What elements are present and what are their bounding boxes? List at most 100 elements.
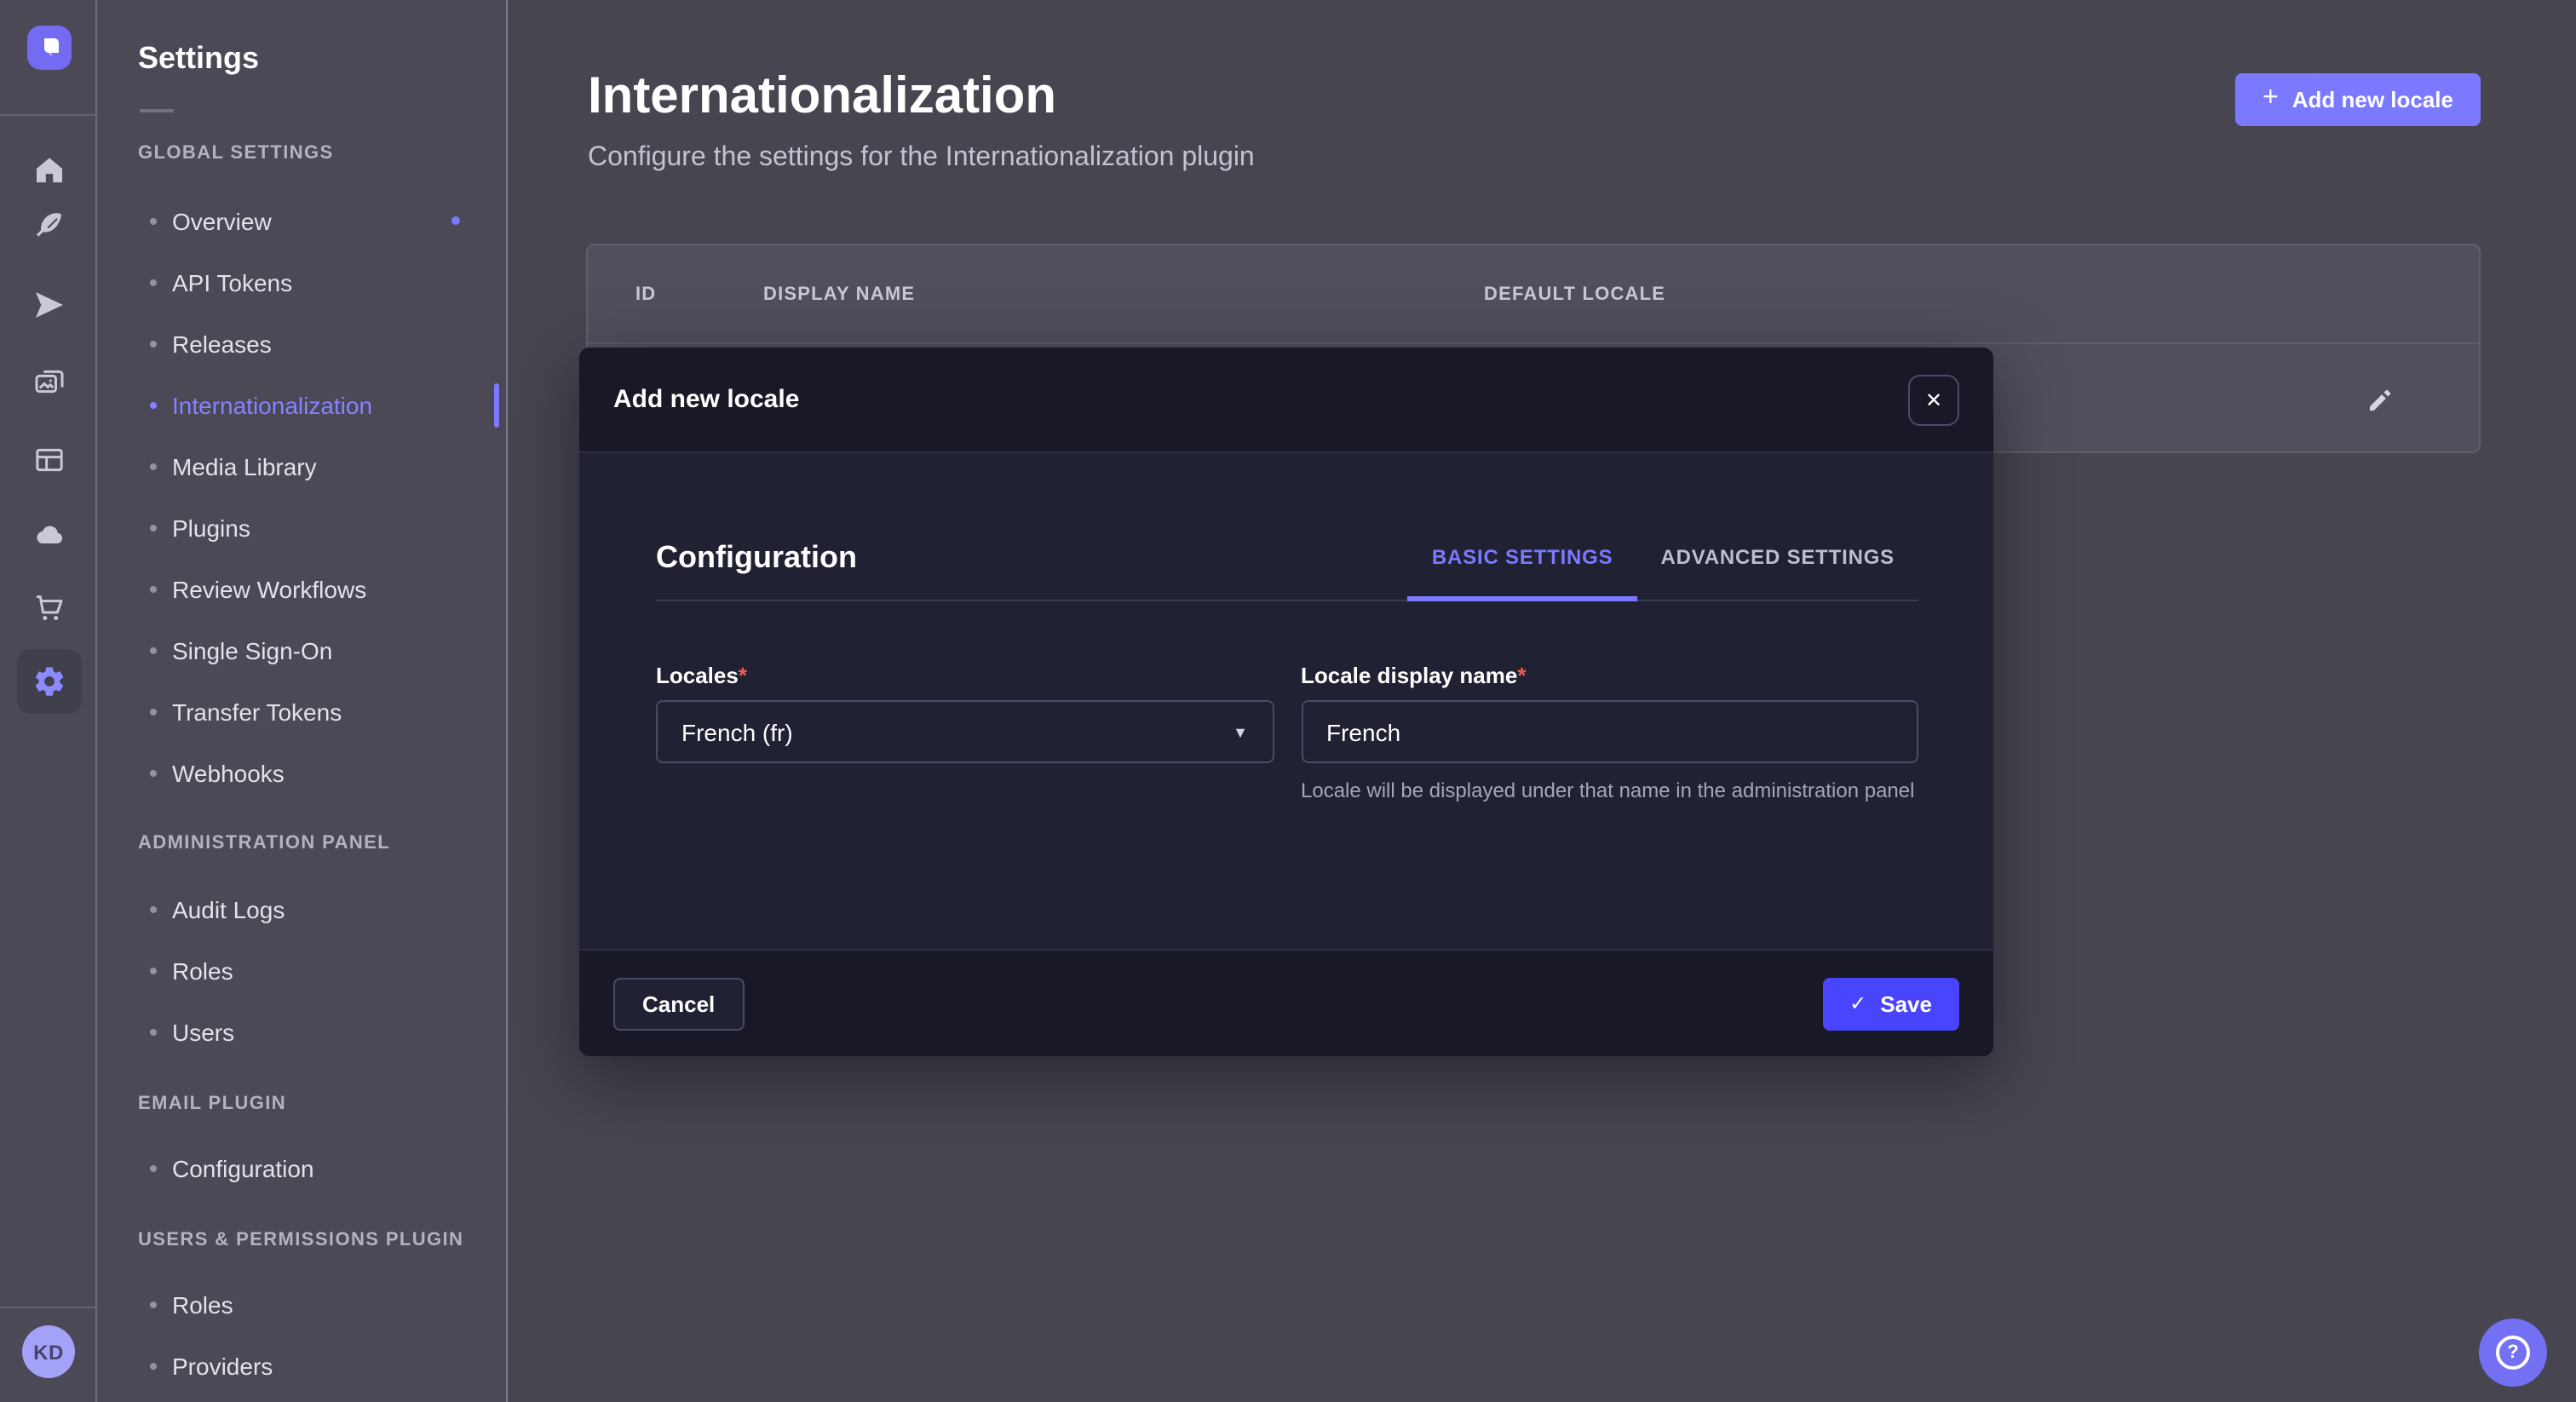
sidebar-item-label: Review Workflows bbox=[172, 576, 366, 603]
locales-field: Locales* French (fr) ▼ bbox=[656, 663, 1274, 806]
edit-locale-pencil-icon[interactable] bbox=[2365, 385, 2395, 416]
section-administration-panel: ADMINISTRATION PANEL bbox=[138, 831, 506, 855]
bullet-icon bbox=[150, 1363, 157, 1370]
sidebar-item-label: Transfer Tokens bbox=[172, 698, 342, 726]
configuration-title: Configuration bbox=[656, 538, 857, 576]
bullet-icon bbox=[150, 968, 157, 974]
settings-sidebar: Settings GLOBAL SETTINGS Overview API To… bbox=[97, 0, 508, 1402]
bullet-icon bbox=[150, 1301, 157, 1308]
settings-gear-icon[interactable] bbox=[0, 649, 97, 714]
sidebar-item-overview[interactable]: Overview bbox=[97, 191, 506, 252]
cloud-icon[interactable] bbox=[0, 509, 97, 560]
strapi-logo[interactable] bbox=[27, 26, 72, 70]
active-indicator-bar bbox=[494, 383, 499, 428]
column-display-name: DISPLAY NAME bbox=[763, 284, 1484, 304]
sidebar-title-rule bbox=[140, 109, 174, 112]
modal-header: Add new locale ✕ bbox=[579, 348, 1993, 453]
bullet-icon bbox=[150, 770, 157, 777]
content-feather-icon[interactable] bbox=[0, 201, 97, 252]
sidebar-item-webhooks[interactable]: Webhooks bbox=[97, 743, 506, 804]
help-button[interactable]: ? bbox=[2479, 1319, 2547, 1387]
close-glyph: ✕ bbox=[1925, 389, 1942, 410]
sidebar-item-up-roles[interactable]: Roles bbox=[97, 1274, 506, 1336]
tab-advanced-settings[interactable]: ADVANCED SETTINGS bbox=[1636, 538, 1918, 576]
sidebar-item-email-configuration[interactable]: Configuration bbox=[97, 1138, 506, 1199]
save-label: Save bbox=[1880, 991, 1932, 1016]
display-name-input[interactable] bbox=[1301, 700, 1918, 763]
sidebar-item-plugins[interactable]: Plugins bbox=[97, 497, 506, 559]
modal-footer: Cancel ✓ Save bbox=[579, 949, 1993, 1056]
display-name-label: Locale display name* bbox=[1301, 663, 1918, 690]
sidebar-title: Settings bbox=[138, 37, 506, 78]
bullet-icon bbox=[150, 1165, 157, 1172]
sidebar-item-internationalization[interactable]: Internationalization bbox=[97, 375, 506, 436]
plus-icon: + bbox=[2263, 85, 2279, 112]
bullet-icon bbox=[150, 402, 157, 409]
sidebar-item-label: Single Sign-On bbox=[172, 637, 332, 664]
configuration-header-row: Configuration BASIC SETTINGS ADVANCED SE… bbox=[656, 453, 1918, 601]
sidebar-item-single-sign-on[interactable]: Single Sign-On bbox=[97, 620, 506, 681]
modal-fields: Locales* French (fr) ▼ Locale display na… bbox=[656, 663, 1918, 806]
page-subtitle: Configure the settings for the Internati… bbox=[588, 140, 1255, 177]
sidebar-item-transfer-tokens[interactable]: Transfer Tokens bbox=[97, 681, 506, 743]
check-icon: ✓ bbox=[1849, 991, 1866, 1015]
locales-label: Locales* bbox=[656, 663, 1274, 690]
add-new-locale-button[interactable]: + Add new locale bbox=[2235, 73, 2481, 126]
display-name-hint: Locale will be displayed under that name… bbox=[1301, 777, 1918, 806]
sidebar-item-releases[interactable]: Releases bbox=[97, 313, 506, 375]
sidebar-item-up-providers[interactable]: Providers bbox=[97, 1336, 506, 1397]
marketplace-cart-icon[interactable] bbox=[0, 583, 97, 634]
send-plane-icon[interactable] bbox=[0, 279, 97, 330]
bullet-icon bbox=[150, 279, 157, 286]
sidebar-item-label: Configuration bbox=[172, 1155, 314, 1182]
required-asterisk: * bbox=[739, 663, 747, 688]
sidebar-item-label: Internationalization bbox=[172, 392, 372, 419]
rail-divider-top bbox=[0, 114, 97, 116]
sidebar-item-label: Plugins bbox=[172, 514, 250, 542]
add-locale-modal: Add new locale ✕ Configuration BASIC SET… bbox=[579, 348, 1993, 1056]
bullet-icon bbox=[150, 1029, 157, 1036]
sidebar-item-label: Users bbox=[172, 1019, 234, 1046]
bullet-icon bbox=[150, 906, 157, 913]
sidebar-item-label: API Tokens bbox=[172, 269, 292, 296]
sidebar-item-label: Releases bbox=[172, 330, 272, 358]
page-title: Internationalization bbox=[588, 65, 1056, 129]
section-email-plugin: EMAIL PLUGIN bbox=[138, 1092, 506, 1116]
bullet-icon bbox=[150, 647, 157, 654]
modal-title: Add new locale bbox=[613, 385, 799, 414]
strapi-logo-icon bbox=[37, 36, 61, 60]
home-icon[interactable] bbox=[0, 145, 97, 196]
layout-icon[interactable] bbox=[0, 434, 97, 486]
question-mark-icon: ? bbox=[2496, 1336, 2530, 1370]
sidebar-item-admin-roles[interactable]: Roles bbox=[97, 940, 506, 1002]
tab-basic-settings[interactable]: BASIC SETTINGS bbox=[1408, 538, 1637, 576]
sidebar-item-review-workflows[interactable]: Review Workflows bbox=[97, 559, 506, 620]
cancel-button[interactable]: Cancel bbox=[613, 977, 744, 1030]
sidebar-item-admin-users[interactable]: Users bbox=[97, 1002, 506, 1063]
required-asterisk: * bbox=[1517, 663, 1526, 688]
add-new-locale-label: Add new locale bbox=[2292, 87, 2453, 112]
bullet-icon bbox=[150, 709, 157, 715]
app-root: KD Settings GLOBAL SETTINGS Overview API… bbox=[0, 0, 2576, 1402]
sidebar-item-label: Roles bbox=[172, 1291, 233, 1319]
notification-dot bbox=[451, 216, 460, 225]
save-button[interactable]: ✓ Save bbox=[1822, 977, 1959, 1030]
sidebar-item-label: Roles bbox=[172, 957, 233, 985]
user-avatar[interactable]: KD bbox=[22, 1325, 75, 1378]
bullet-icon bbox=[150, 525, 157, 531]
locales-table-header: ID DISPLAY NAME DEFAULT LOCALE bbox=[588, 245, 2479, 344]
section-users-permissions-plugin: USERS & PERMISSIONS PLUGIN bbox=[138, 1228, 506, 1252]
media-images-icon[interactable] bbox=[0, 356, 97, 407]
sidebar-item-media-library[interactable]: Media Library bbox=[97, 436, 506, 497]
settings-active-highlight bbox=[16, 649, 81, 714]
section-global-settings: GLOBAL SETTINGS bbox=[138, 141, 506, 165]
sidebar-item-label: Webhooks bbox=[172, 760, 285, 787]
bullet-icon bbox=[150, 218, 157, 225]
close-icon[interactable]: ✕ bbox=[1908, 374, 1959, 425]
bullet-icon bbox=[150, 341, 157, 348]
locales-select[interactable]: French (fr) ▼ bbox=[656, 700, 1274, 763]
sidebar-item-audit-logs[interactable]: Audit Logs bbox=[97, 879, 506, 940]
locales-select-value: French (fr) bbox=[681, 718, 793, 745]
settings-tabs: BASIC SETTINGS ADVANCED SETTINGS bbox=[1408, 538, 1918, 576]
sidebar-item-api-tokens[interactable]: API Tokens bbox=[97, 252, 506, 313]
